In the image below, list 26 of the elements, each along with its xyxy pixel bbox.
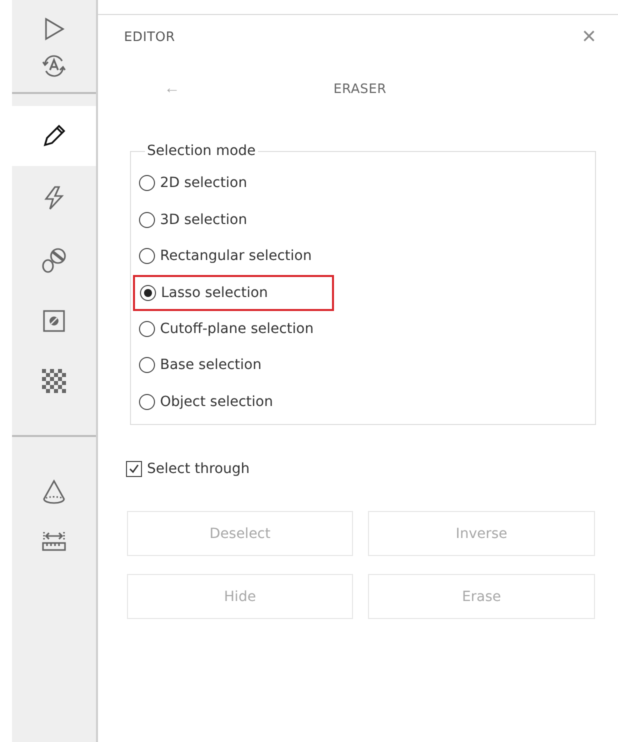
radio-option[interactable]: 3D selection xyxy=(139,202,595,238)
checkmark-icon xyxy=(128,463,140,475)
radio-button[interactable] xyxy=(139,394,155,410)
close-button[interactable]: × xyxy=(582,25,596,49)
radio-button[interactable] xyxy=(139,248,155,264)
checkerboard-icon xyxy=(42,369,66,393)
pencil-icon xyxy=(41,123,67,149)
radio-option[interactable]: 2D selection xyxy=(139,165,595,202)
radio-button[interactable] xyxy=(139,357,155,374)
select-through-option[interactable]: Select through xyxy=(126,461,596,477)
radio-option[interactable]: Base selection xyxy=(139,347,595,384)
cone-icon xyxy=(40,478,68,506)
radio-button[interactable] xyxy=(139,175,155,192)
radio-option[interactable]: Object selection xyxy=(139,384,595,420)
radio-button[interactable] xyxy=(139,212,155,228)
radio-option[interactable]: Rectangular selection xyxy=(139,238,595,274)
panel-subtitle: ERASER xyxy=(334,82,386,96)
checkbox[interactable] xyxy=(126,461,142,477)
radio-option[interactable]: Lasso selection xyxy=(133,274,334,310)
sidebar-item[interactable] xyxy=(12,106,96,166)
blocked-icon xyxy=(41,308,67,334)
radio-button[interactable] xyxy=(140,284,156,300)
radio-button[interactable] xyxy=(139,320,155,337)
radio-option[interactable]: Cutoff-plane selection xyxy=(139,310,595,347)
group-legend: Selection mode xyxy=(145,143,258,159)
panel-title: EDITOR xyxy=(124,30,176,44)
